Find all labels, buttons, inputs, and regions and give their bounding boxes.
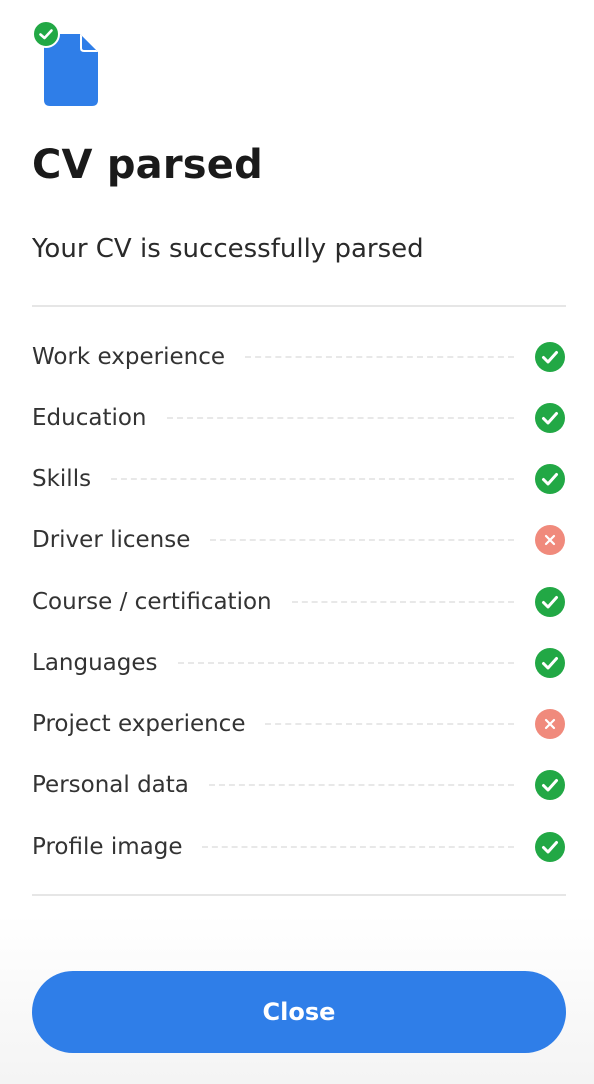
check-circle-icon [535,831,565,862]
check-circle-icon [535,402,565,433]
check-circle-icon [535,586,565,617]
list-item-label: Course / certification [32,588,272,615]
list-item: Skills [32,449,566,510]
list-item-label: Work experience [32,343,226,370]
page-title: CV parsed [32,142,263,188]
dotted-leader [208,784,514,787]
list-item: Languages [32,632,566,693]
list-item: Work experience [32,326,566,387]
x-circle-icon [535,709,565,740]
dotted-leader [265,723,514,726]
close-button[interactable]: Close [32,971,566,1053]
list-item: Course / certification [32,571,566,632]
list-item-label: Education [32,404,147,431]
list-item: Profile image [32,816,566,877]
dotted-leader [291,600,514,603]
dotted-leader [111,478,514,481]
divider-bottom [32,894,566,896]
list-item: Personal data [32,755,566,816]
check-circle-icon [535,464,565,495]
list-item-label: Personal data [32,772,189,799]
check-circle-icon [535,647,565,678]
check-circle-icon [535,341,565,372]
list-item: Education [32,387,566,448]
dotted-leader [177,661,514,664]
dotted-leader [210,539,514,542]
list-item-label: Driver license [32,527,191,554]
list-item: Project experience [32,694,566,755]
dotted-leader [202,845,514,848]
list-item-label: Skills [32,466,92,493]
x-circle-icon [535,525,565,556]
divider-top [32,305,566,307]
list-item-label: Profile image [32,833,183,860]
list-item: Driver license [32,510,566,571]
list-item-label: Project experience [32,711,246,738]
document-icon-wrapper [32,20,102,108]
list-item-label: Languages [32,649,158,676]
check-circle-icon [535,770,565,801]
parsed-sections-list: Work experience Education Skills Driver … [32,326,566,877]
dotted-leader [166,416,514,419]
dotted-leader [245,355,514,358]
page-subtitle: Your CV is successfully parsed [32,234,424,264]
check-badge-icon [32,20,60,48]
